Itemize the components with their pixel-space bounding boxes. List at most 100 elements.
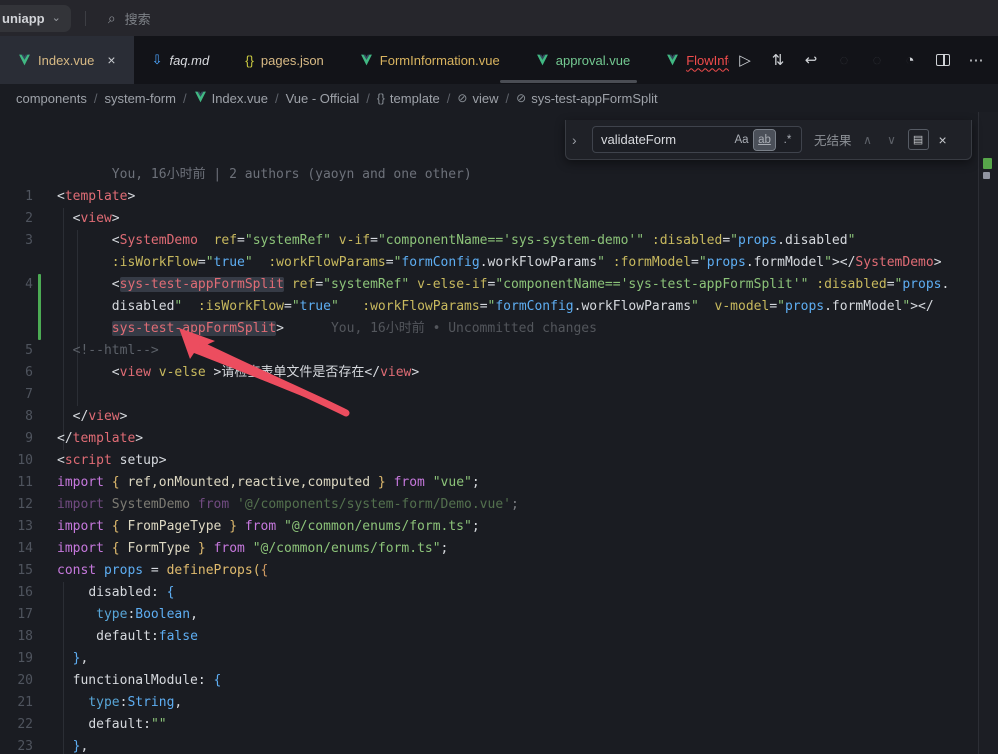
code-line[interactable]: sys-test-appFormSplit> You, 16小时前 • Unco… [0, 318, 998, 340]
match-case-toggle[interactable]: Aa [731, 130, 752, 150]
previous-match-button[interactable]: ∧ [860, 133, 876, 147]
next-change-button[interactable]: ◌ [865, 48, 889, 72]
global-search[interactable]: ⌕ 搜索 [108, 9, 151, 28]
code-text: import SystemDemo from '@/components/sys… [33, 494, 519, 516]
code-line[interactable]: 17 type:Boolean, [0, 604, 998, 626]
line-number: 8 [0, 406, 33, 428]
overview-modified-mark [983, 158, 992, 169]
code-line[interactable]: 4 <sys-test-appFormSplit ref="systemRef"… [0, 274, 998, 296]
toggle-replace-chevron-icon[interactable]: › [572, 132, 584, 148]
code-text: disabled" :isWorkFlow="true" :workFlowPa… [33, 296, 934, 318]
close-icon[interactable]: × [107, 52, 115, 68]
code-line[interactable]: You, 16小时前 | 2 authors (yaoyn and one ot… [0, 164, 998, 186]
editor[interactable]: You, 16小时前 | 2 authors (yaoyn and one ot… [0, 112, 998, 754]
code-text: type:Boolean, [33, 604, 198, 626]
code-line[interactable]: 19 }, [0, 648, 998, 670]
find-in-selection-toggle[interactable]: ▤ [908, 129, 929, 150]
line-number: 9 [0, 428, 33, 450]
breadcrumb-item-components[interactable]: components [16, 91, 87, 106]
tabbar-scrollbar[interactable] [500, 80, 637, 83]
breadcrumb-item-Index.vue[interactable]: Index.vue [194, 91, 268, 106]
split-editor-button[interactable] [931, 48, 955, 72]
tab-approval.vue[interactable]: approval.vue [518, 36, 648, 84]
code-line[interactable]: 5 <!--html--> [0, 340, 998, 362]
run-timeline-button[interactable]: ◔ [898, 48, 922, 72]
breadcrumb-item-sys-test-appFormSplit[interactable]: ⊘sys-test-appFormSplit [516, 91, 657, 106]
code-text: </view> [33, 406, 127, 428]
breadcrumb-separator: / [94, 91, 98, 106]
find-widget: › Aa ab .* 无结果 ∧ ∨ ▤ × [565, 120, 972, 160]
breadcrumb-item-template[interactable]: {}template [377, 91, 440, 106]
code-line[interactable]: 10<script setup> [0, 450, 998, 472]
line-number: 17 [0, 604, 33, 626]
overview-ruler[interactable] [978, 112, 998, 754]
regex-toggle[interactable]: .* [777, 130, 798, 150]
code-line[interactable]: 7 [0, 384, 998, 406]
tab-label: faq.md [169, 53, 209, 68]
code-line[interactable]: 18 default:false [0, 626, 998, 648]
breadcrumb-separator: / [183, 91, 187, 106]
symbol-field-icon: ⊘ [457, 91, 467, 105]
tab-faq.md[interactable]: ⇩faq.md [134, 36, 228, 84]
code-text: import { FromPageType } from "@/common/e… [33, 516, 480, 538]
find-result-count: 无结果 [814, 130, 852, 149]
code-line[interactable]: 16 disabled: { [0, 582, 998, 604]
code-line[interactable]: 1<template> [0, 186, 998, 208]
line-number: 15 [0, 560, 33, 582]
line-number: 19 [0, 648, 33, 670]
tab-FormInformation.vue[interactable]: FormInformation.vue [342, 36, 518, 84]
tab-bar: Index.vue × ⇩faq.md{}pages.jsonFormInforma… [0, 36, 998, 84]
breadcrumb-item-view[interactable]: ⊘ view [457, 91, 498, 106]
code-line[interactable]: 21 type:String, [0, 692, 998, 714]
code-line[interactable]: 15const props = defineProps({ [0, 560, 998, 582]
code-line[interactable]: 2 <view> [0, 208, 998, 230]
code-line[interactable]: disabled" :isWorkFlow="true" :workFlowPa… [0, 296, 998, 318]
code-line[interactable]: :isWorkFlow="true" :workFlowParams="form… [0, 252, 998, 274]
line-number: 20 [0, 670, 33, 692]
tab-label: FlowInfo.vu [686, 53, 729, 68]
breadcrumb-separator: / [366, 91, 370, 106]
tab-pages.json[interactable]: {}pages.json [227, 36, 342, 84]
code-line[interactable]: 13import { FromPageType } from "@/common… [0, 516, 998, 538]
line-number [0, 296, 33, 318]
whole-word-toggle[interactable]: ab [754, 130, 775, 150]
breadcrumb-label: system-form [104, 91, 176, 106]
code-line[interactable]: 3 <SystemDemo ref="systemRef" v-if="comp… [0, 230, 998, 252]
workspace-selector[interactable]: uniapp ⌄ [0, 5, 71, 32]
code-line[interactable]: 8 </view> [0, 406, 998, 428]
close-find-widget-button[interactable]: × [939, 132, 947, 148]
prev-change-button[interactable]: ◌ [832, 48, 856, 72]
code-line[interactable]: 12import SystemDemo from '@/components/s… [0, 494, 998, 516]
code-text: import { ref,onMounted,reactive,computed… [33, 472, 480, 494]
code-text: disabled: { [33, 582, 174, 604]
vscode-window: uniapp ⌄ ⌕ 搜索 Index.vue × ⇩faq.md{}pages.j… [0, 0, 998, 754]
find-input[interactable] [601, 132, 729, 147]
code-line[interactable]: 9</template> [0, 428, 998, 450]
code-line[interactable]: 14import { FormType } from "@/common/enu… [0, 538, 998, 560]
next-match-button[interactable]: ∨ [884, 133, 900, 147]
code-text: }, [33, 736, 88, 754]
tab-label: Index.vue [38, 53, 94, 68]
line-number: 11 [0, 472, 33, 494]
code-line[interactable]: 20 functionalModule: { [0, 670, 998, 692]
code-line[interactable]: 22 default:"" [0, 714, 998, 736]
tab-Index.vue[interactable]: Index.vue × [0, 36, 134, 84]
run-button[interactable]: ▷ [733, 48, 757, 72]
code-text: }, [33, 648, 88, 670]
open-changes-button[interactable]: ↩ [799, 48, 823, 72]
code-line[interactable]: 6 <view v-else >请检查表单文件是否存在</view> [0, 362, 998, 384]
line-number [0, 318, 33, 340]
tab-FlowInfo.vu[interactable]: FlowInfo.vu [648, 36, 729, 84]
more-actions-button[interactable]: ⋯ [964, 48, 988, 72]
breadcrumb-separator: / [275, 91, 279, 106]
titlebar-divider [85, 11, 86, 26]
line-number: 1 [0, 186, 33, 208]
code-line[interactable]: 23 }, [0, 736, 998, 754]
vue-file-icon [18, 54, 31, 66]
line-number: 16 [0, 582, 33, 604]
breadcrumb-item-Vue - Official[interactable]: Vue - Official [286, 91, 360, 106]
breadcrumb-item-system-form[interactable]: system-form [104, 91, 176, 106]
code-line[interactable]: 11import { ref,onMounted,reactive,comput… [0, 472, 998, 494]
breadcrumb-label: view [472, 91, 498, 106]
git-compare-button[interactable]: ⇅ [766, 48, 790, 72]
